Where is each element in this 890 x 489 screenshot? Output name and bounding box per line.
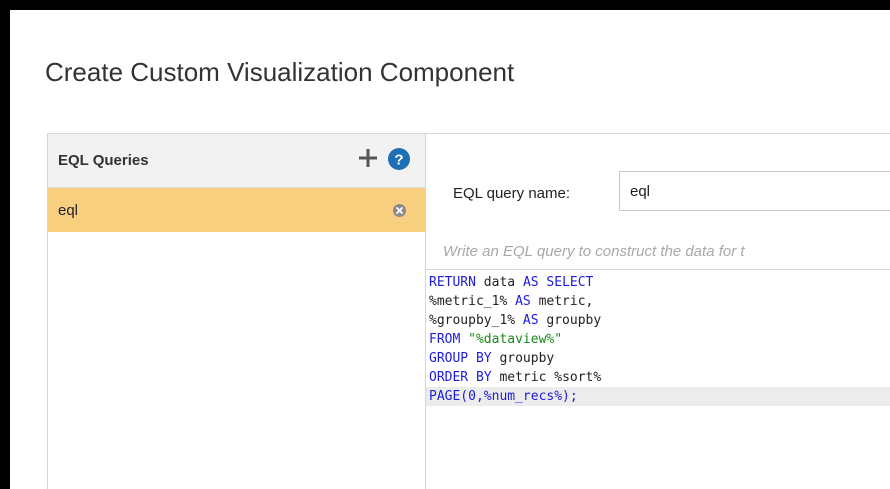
code-text: %metric_1% (429, 294, 516, 309)
code-line: ORDER BY metric %sort% (426, 368, 890, 387)
code-keyword: AS SELECT (522, 275, 594, 290)
query-editor-panel: EQL query name: Write an EQL query to co… (425, 133, 890, 489)
code-text: %groupby_1% (429, 313, 523, 328)
code-keyword: AS (522, 313, 539, 328)
code-line: %groupby_1% AS groupby (426, 311, 890, 330)
code-text: groupby (538, 313, 602, 328)
code-keyword: RETURN (429, 275, 476, 290)
query-list-item-eql[interactable]: eql (48, 188, 425, 232)
eql-queries-heading: EQL Queries (58, 152, 149, 169)
code-line: PAGE(0,%num_recs%); (426, 387, 890, 406)
query-hint-text: Write an EQL query to construct the data… (443, 243, 745, 260)
code-keyword: AS (515, 294, 531, 309)
dialog-title: Create Custom Visualization Component (45, 57, 515, 87)
svg-text:?: ? (394, 152, 403, 169)
code-text: groupby (491, 351, 555, 366)
code-keyword: GROUP BY (429, 351, 492, 366)
create-visualization-dialog: Create Custom Visualization Component EQ… (10, 10, 890, 489)
code-text: metric, (530, 294, 594, 309)
eql-queries-header: EQL Queries ? (48, 134, 425, 188)
code-keyword: ORDER BY (429, 370, 492, 385)
eql-queries-panel: EQL Queries ? eql (47, 133, 426, 489)
code-line: GROUP BY groupby (426, 349, 890, 368)
code-keyword: PAGE(0,%num_recs%); (429, 389, 578, 404)
code-line: %metric_1% AS metric, (426, 292, 890, 311)
eql-code-editor[interactable]: RETURN data AS SELECT %metric_1% AS metri… (426, 269, 890, 489)
code-line: RETURN data AS SELECT (426, 273, 890, 292)
query-name-input[interactable] (619, 171, 890, 211)
code-text: data (475, 275, 523, 290)
query-name-label: EQL query name: (453, 185, 571, 202)
code-text: metric %sort% (491, 370, 602, 385)
help-icon[interactable]: ? (388, 148, 410, 170)
plus-icon[interactable] (358, 148, 378, 168)
code-line: FROM "%dataview%" (426, 330, 890, 349)
query-item-label: eql (58, 202, 79, 219)
code-string: "%dataview%" (468, 332, 563, 347)
remove-icon[interactable] (393, 204, 406, 217)
code-keyword: FROM (429, 332, 461, 347)
